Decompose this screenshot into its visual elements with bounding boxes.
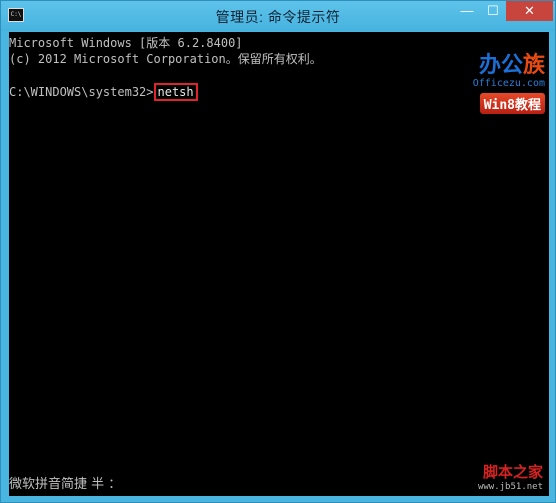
version-line: Microsoft Windows [版本 6.2.8400] — [9, 36, 243, 50]
win8-badge: Win8教程 — [479, 93, 545, 114]
close-button[interactable]: ✕ — [506, 1, 553, 21]
maximize-button[interactable]: ☐ — [480, 1, 506, 21]
console-area[interactable]: Microsoft Windows [版本 6.2.8400] (c) 2012… — [9, 32, 549, 496]
title-bar[interactable]: C:\ 管理员: 命令提示符 — ☐ ✕ — [1, 1, 555, 31]
copyright-line: (c) 2012 Microsoft Corporation。保留所有权利。 — [9, 52, 322, 66]
officezu-watermark: 办公族 Officezu.com Win8教程 — [459, 54, 545, 120]
officezu-logo: 办公族 — [478, 53, 545, 78]
prompt-path: C:\WINDOWS\system32> — [9, 85, 154, 99]
jb51-url: www.jb51.net — [477, 482, 543, 492]
jb51-logo: 脚本之家 — [482, 463, 543, 481]
cmd-window: C:\ 管理员: 命令提示符 — ☐ ✕ Microsoft Windows [… — [0, 0, 556, 503]
prompt-line: C:\WINDOWS\system32> netsh — [9, 83, 198, 101]
officezu-url: Officezu.com — [472, 78, 545, 89]
minimize-button[interactable]: — — [454, 1, 480, 21]
ime-status-bar: 微软拼音简捷 半 ： — [9, 477, 122, 492]
command-text: netsh — [153, 83, 198, 101]
jb51-watermark: 脚本之家 www.jb51.net — [478, 461, 543, 492]
